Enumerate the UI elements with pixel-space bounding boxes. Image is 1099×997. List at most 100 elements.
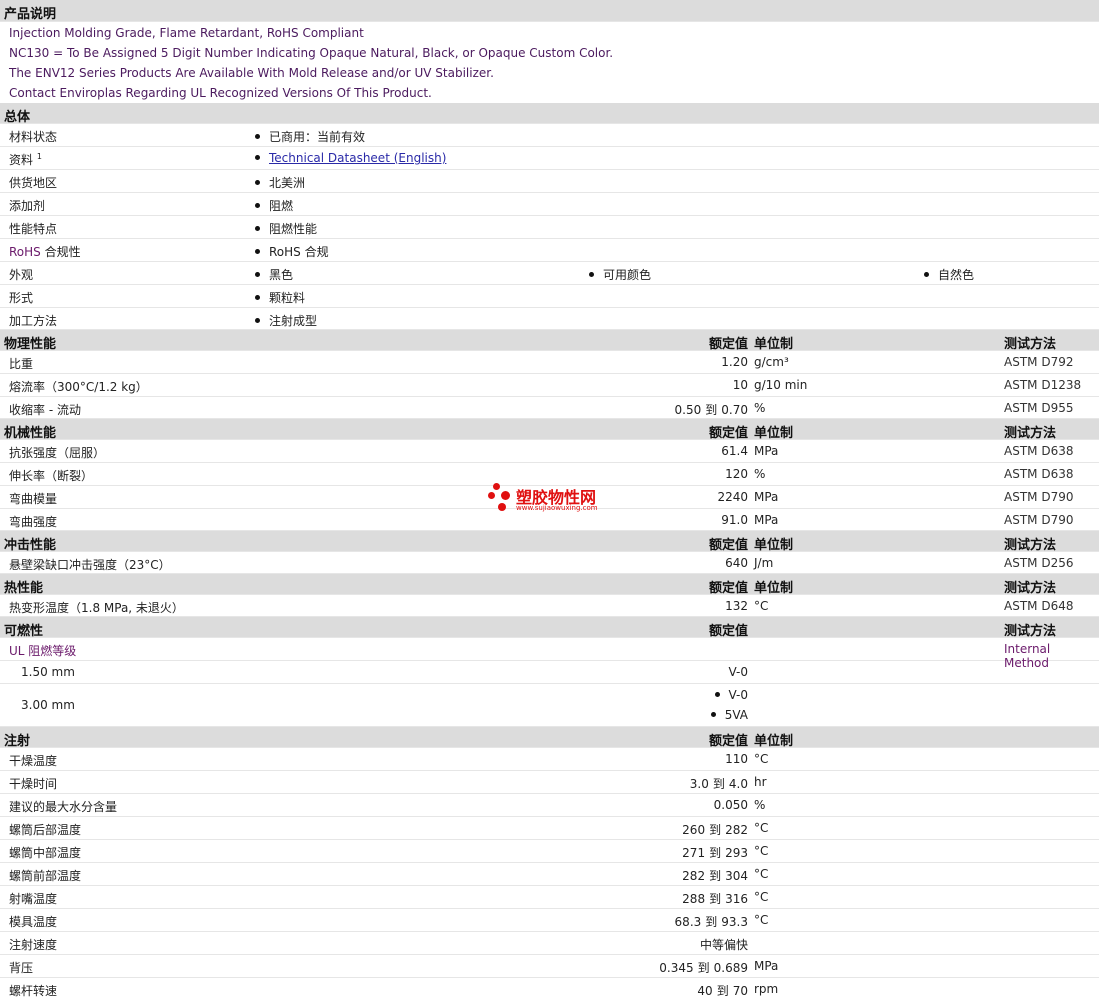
unit: °C [754, 821, 769, 835]
col-nominal: 额定值 [708, 734, 748, 749]
unit: % [754, 467, 766, 481]
row-label: 外观 [9, 268, 34, 282]
test-method: ASTM D638 [1004, 467, 1074, 481]
bullet-value: 黑色 [255, 266, 293, 283]
col-nominal: 额定值 [708, 426, 748, 441]
test-method: ASTM D648 [1004, 599, 1074, 613]
section-header-mechanical: 机械性能 额定值 单位制 测试方法 [0, 419, 1099, 441]
row-label: 螺筒中部温度 [9, 846, 82, 860]
test-method: ASTM D955 [1004, 401, 1074, 415]
value-text: RoHS 合规 [269, 245, 329, 259]
test-method: ASTM D792 [1004, 355, 1074, 369]
description-text: The ENV12 Series Products Are Available … [9, 66, 494, 80]
section-header-impact: 冲击性能 额定值 单位制 测试方法 [0, 531, 1099, 553]
logo-dot [493, 483, 500, 490]
row-label: 建议的最大水分含量 [9, 800, 118, 814]
bullet-icon [589, 272, 594, 277]
range-from: 288 [682, 892, 706, 906]
range-to-word: 到 [705, 403, 718, 417]
row-label: 热变形温度（1.8 MPa, 未退火） [9, 601, 184, 615]
property-row: 射嘴温度 288 到 316 °C [0, 886, 1099, 909]
description-text: Contact Enviroplas Regarding UL Recogniz… [9, 86, 432, 100]
bullet-value: 北美洲 [255, 174, 305, 191]
test-method: ASTM D1238 [1004, 378, 1082, 392]
bullet-icon [255, 134, 260, 139]
general-row-form: 形式 颗粒料 [0, 285, 1099, 308]
footnote-marker: 1 [36, 152, 42, 161]
unit: g/cm³ [754, 355, 789, 369]
unit: °C [754, 599, 769, 613]
value-text: 北美洲 [269, 176, 306, 190]
bullet-value: Technical Datasheet (English) [255, 151, 446, 165]
section-title: 热性能 [4, 581, 44, 596]
section-header-general: 总体 [0, 103, 1099, 125]
bullet-icon [255, 318, 260, 323]
section-title: 产品说明 [4, 7, 57, 22]
value-text: 阻燃性能 [269, 222, 318, 236]
property-row: 螺筒前部温度 282 到 304 °C [0, 863, 1099, 886]
datasheet-link[interactable]: Technical Datasheet (English) [269, 151, 446, 165]
range-to: 70 [732, 984, 748, 997]
col-nominal: 额定值 [708, 624, 748, 639]
range-to: 93.3 [721, 915, 748, 929]
property-row: 熔流率（300°C/1.2 kg） 10 g/10 min ASTM D1238 [0, 374, 1099, 397]
unit: % [754, 401, 766, 415]
general-row-feature: 性能特点 阻燃性能 [0, 216, 1099, 239]
range-to-word: 到 [705, 915, 718, 929]
range-from: 260 [682, 823, 706, 837]
watermark-url: www.sujiaowuxing.com [516, 504, 598, 512]
nominal-value: 1.20 [721, 355, 748, 369]
unit: hr [754, 775, 767, 789]
section-title: 冲击性能 [4, 538, 57, 553]
unit: MPa [754, 513, 779, 527]
nominal-value-range: 288 到 316 [682, 890, 748, 907]
value-text: 注射成型 [269, 314, 318, 328]
unit: MPa [754, 444, 779, 458]
col-unit: 单位制 [754, 538, 794, 553]
range-from: 0.345 [659, 961, 694, 975]
description-line: NC130 = To Be Assigned 5 Digit Number In… [0, 42, 1099, 62]
nominal-value-range: 282 到 304 [682, 867, 748, 884]
unit: °C [754, 867, 769, 881]
col-unit: 单位制 [754, 581, 794, 596]
bullet-icon [255, 272, 260, 277]
bullet-value: 阻燃 [255, 197, 293, 214]
row-label: 伸长率（断裂） [9, 469, 94, 483]
bullet-icon [714, 692, 720, 697]
col-unit: 单位制 [754, 426, 794, 441]
section-title: 可燃性 [4, 624, 44, 639]
nominal-value-range: 260 到 282 [682, 821, 748, 838]
row-label: 3.00 mm [21, 698, 75, 712]
unit: g/10 min [754, 378, 808, 392]
value-text: 已商用：当前有效 [269, 130, 366, 144]
property-row: 热变形温度（1.8 MPa, 未退火） 132 °C ASTM D648 [0, 595, 1099, 617]
value-text: 颗粒料 [269, 291, 306, 305]
unit: J/m [754, 556, 774, 570]
nominal-value: 132 [725, 599, 748, 613]
range-to-word: 到 [697, 961, 710, 975]
col-unit: 单位制 [754, 337, 794, 352]
row-label: 熔流率（300°C/1.2 kg） [9, 380, 148, 394]
test-method: ASTM D256 [1004, 556, 1074, 570]
row-label: 注射速度 [9, 938, 58, 952]
general-row-process: 加工方法 注射成型 [0, 308, 1099, 330]
row-label: 螺筒前部温度 [9, 869, 82, 883]
row-label: 干燥温度 [9, 754, 58, 768]
col-method: 测试方法 [1004, 426, 1057, 441]
nominal-value: 61.4 [721, 444, 748, 458]
bullet-value: RoHS 合规 [255, 243, 329, 260]
nominal-value-range: 271 到 293 [682, 844, 748, 861]
logo-dot [498, 503, 506, 511]
range-to: 282 [725, 823, 748, 837]
range-to: 0.70 [721, 403, 748, 417]
row-label: 弯曲强度 [9, 515, 58, 529]
test-method: ASTM D790 [1004, 490, 1074, 504]
bullet-icon [710, 712, 716, 717]
nominal-value: 110 [725, 752, 748, 766]
property-row: 背压 0.345 到 0.689 MPa [0, 955, 1099, 978]
property-row: 悬壁梁缺口冲击强度（23°C） 640 J/m ASTM D256 [0, 552, 1099, 574]
property-row: 注射速度 中等偏快 [0, 932, 1099, 955]
logo-dot [488, 492, 495, 499]
range-to-word: 到 [712, 777, 725, 791]
property-row: 1.50 mm V-0 [0, 661, 1099, 684]
